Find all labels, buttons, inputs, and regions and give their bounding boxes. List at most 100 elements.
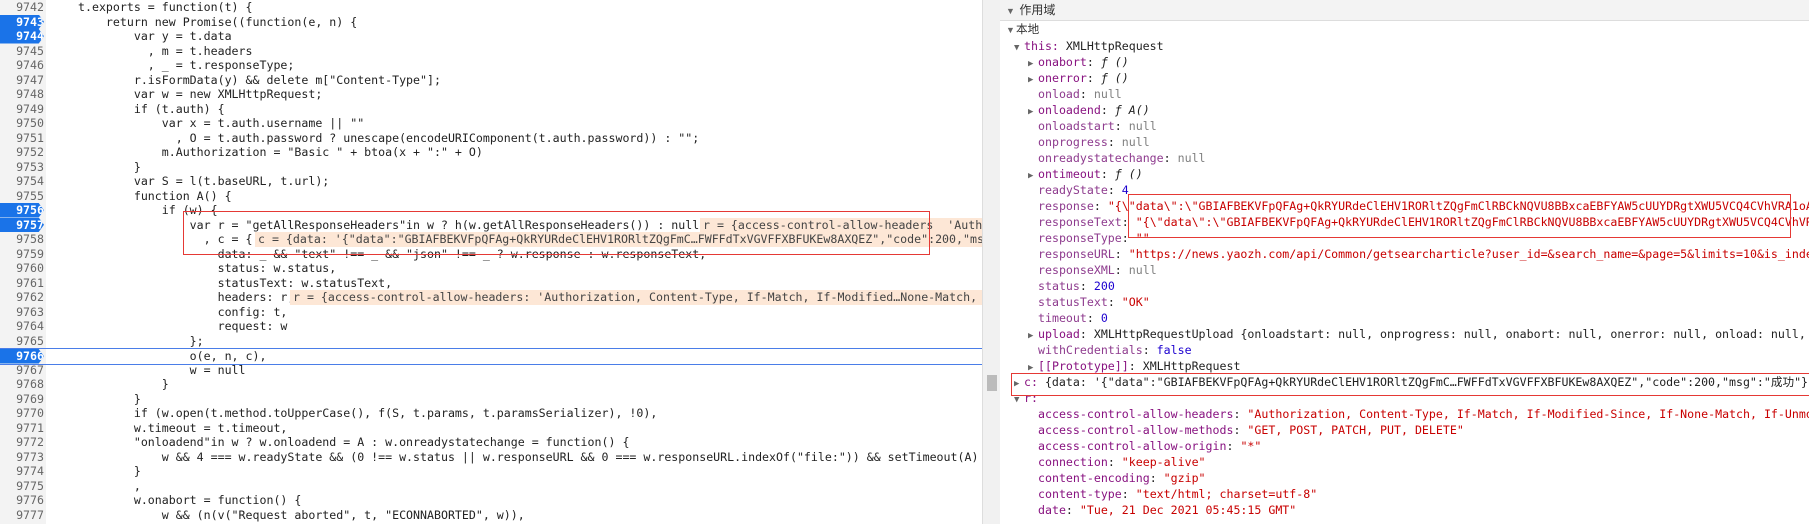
code-line[interactable]: 9762 headers: r, r = {access-control-allo…: [0, 290, 982, 305]
line-number[interactable]: 9771: [0, 421, 44, 436]
breakpoint-line-number[interactable]: 9743: [0, 14, 44, 29]
line-number[interactable]: 9764: [0, 319, 44, 334]
collapse-arrow-icon[interactable]: ▼: [1006, 1, 1016, 21]
line-number[interactable]: 9752: [0, 145, 44, 160]
breakpoint-line-number[interactable]: 9744: [0, 29, 44, 44]
response-header-row[interactable]: access-control-allow-headers: "Authoriza…: [1028, 406, 1809, 422]
scope-header[interactable]: ▼ 作用域: [1000, 0, 1809, 21]
scope-property-row[interactable]: onload: null: [1028, 86, 1122, 102]
line-number[interactable]: 9776: [0, 493, 44, 508]
line-number[interactable]: 9742: [0, 0, 44, 15]
line-number[interactable]: 9775: [0, 479, 44, 494]
line-number[interactable]: 9769: [0, 392, 44, 407]
code-line[interactable]: 9771 w.timeout = t.timeout,: [0, 421, 982, 436]
scope-property-row[interactable]: statusText: "OK": [1028, 294, 1150, 310]
line-number[interactable]: 9767: [0, 363, 44, 378]
line-number[interactable]: 9761: [0, 276, 44, 291]
code-line[interactable]: 9757 var r = "getAllResponseHeaders"in w…: [0, 217, 982, 232]
scope-property-row[interactable]: ▶ ontimeout: ƒ (): [1028, 166, 1143, 182]
line-number[interactable]: 9748: [0, 87, 44, 102]
code-line[interactable]: 9772 "onloadend"in w ? w.onloadend = A :…: [0, 435, 982, 450]
response-header-row[interactable]: date: "Tue, 21 Dec 2021 05:45:15 GMT": [1028, 502, 1296, 518]
code-line[interactable]: 9759 data: _ && "text" !== _ && "json" !…: [0, 247, 982, 262]
code-editor[interactable]: 9742 t.exports = function(t) {9743 return…: [0, 0, 982, 524]
code-line[interactable]: 9775 ,: [0, 479, 982, 494]
line-number[interactable]: 9750: [0, 116, 44, 131]
line-number[interactable]: 9763: [0, 305, 44, 320]
line-number[interactable]: 9772: [0, 435, 44, 450]
response-header-row[interactable]: connection: "keep-alive": [1028, 454, 1206, 470]
breakpoint-line-number[interactable]: 9756: [0, 203, 44, 218]
code-line[interactable]: 9755 function A() {: [0, 189, 982, 204]
code-line[interactable]: 9747 r.isFormData(y) && delete m["Conten…: [0, 73, 982, 88]
code-line[interactable]: 9742 t.exports = function(t) {: [0, 0, 982, 15]
collapse-arrow-icon[interactable]: ▼: [1006, 22, 1016, 38]
line-number[interactable]: 9758: [0, 232, 44, 247]
code-line[interactable]: 9765 };: [0, 334, 982, 349]
code-line[interactable]: 9770 if (w.open(t.method.toUpperCase(), …: [0, 406, 982, 421]
line-number[interactable]: 9755: [0, 189, 44, 204]
line-number[interactable]: 9760: [0, 261, 44, 276]
line-number[interactable]: 9759: [0, 247, 44, 262]
code-line[interactable]: 9756 if (w) {: [0, 203, 982, 218]
scope-property-row[interactable]: responseType: "": [1028, 230, 1150, 246]
breakpoint-line-number[interactable]: 9766: [0, 349, 44, 364]
code-line[interactable]: 9744 var y = t.data: [0, 29, 982, 44]
response-header-row[interactable]: access-control-allow-origin: "*": [1028, 438, 1261, 454]
line-number[interactable]: 9753: [0, 160, 44, 175]
code-line[interactable]: 9750 var x = t.auth.username || "": [0, 116, 982, 131]
line-number[interactable]: 9762: [0, 290, 44, 305]
code-line[interactable]: 9753 }: [0, 160, 982, 175]
code-line[interactable]: 9748 var w = new XMLHttpRequest;: [0, 87, 982, 102]
line-number[interactable]: 9765: [0, 334, 44, 349]
code-line[interactable]: 9769 }: [0, 392, 982, 407]
code-line[interactable]: 9752 m.Authorization = "Basic " + btoa(x…: [0, 145, 982, 160]
scope-property-row[interactable]: readyState: 4: [1028, 182, 1129, 198]
collapse-arrow-icon[interactable]: ▼: [1014, 40, 1024, 56]
code-line[interactable]: 9768 }: [0, 377, 982, 392]
scope-property-row[interactable]: onloadstart: null: [1028, 118, 1157, 134]
code-line[interactable]: 9773 w && 4 === w.readyState && (0 !== w…: [0, 450, 982, 465]
line-number[interactable]: 9773: [0, 450, 44, 465]
line-number[interactable]: 9770: [0, 406, 44, 421]
scope-property-row[interactable]: withCredentials: false: [1028, 342, 1192, 358]
scope-property-row[interactable]: onreadystatechange: null: [1028, 150, 1206, 166]
scope-property-row[interactable]: ▶ onloadend: ƒ A(): [1028, 102, 1150, 118]
scope-property-row[interactable]: ▶ onerror: ƒ (): [1028, 70, 1129, 86]
scrollbar-thumb[interactable]: [987, 375, 997, 391]
response-header-row[interactable]: content-encoding: "gzip": [1028, 470, 1206, 486]
code-line[interactable]: 9751 , O = t.auth.password ? unescape(en…: [0, 131, 982, 146]
code-line[interactable]: 9754 var S = l(t.baseURL, t.url);: [0, 174, 982, 189]
code-line[interactable]: 9774 }: [0, 464, 982, 479]
c-variable-row[interactable]: ▶ c: {data: '{"data":"GBIAFBEKVFpQFAg+QkR…: [1014, 374, 1809, 390]
code-line[interactable]: 9776 w.onabort = function() {: [0, 493, 982, 508]
pane-splitter[interactable]: [982, 0, 1002, 524]
scope-property-row[interactable]: responseXML: null: [1028, 262, 1157, 278]
code-line[interactable]: 9777 w && (n(v("Request aborted", t, "EC…: [0, 508, 982, 523]
line-number[interactable]: 9747: [0, 73, 44, 88]
scope-property-row[interactable]: ▶ upload: XMLHttpRequestUpload {onloadsta…: [1028, 326, 1809, 342]
code-line[interactable]: 9745 , m = t.headers: [0, 44, 982, 59]
line-number[interactable]: 9774: [0, 464, 44, 479]
code-line[interactable]: 9760 status: w.status,: [0, 261, 982, 276]
line-number[interactable]: 9777: [0, 508, 44, 523]
scope-property-row[interactable]: timeout: 0: [1028, 310, 1108, 326]
code-line[interactable]: 9743 return new Promise((function(e, n) …: [0, 14, 982, 29]
scope-property-row[interactable]: ▶ onabort: ƒ (): [1028, 54, 1129, 70]
response-header-row[interactable]: access-control-allow-methods: "GET, POST…: [1028, 422, 1464, 438]
code-line[interactable]: 9764 request: w: [0, 319, 982, 334]
scope-property-row[interactable]: ▶ [[Prototype]]: XMLHttpRequest: [1028, 358, 1240, 374]
line-number[interactable]: 9745: [0, 44, 44, 59]
r-variable-row[interactable]: ▼ r:: [1014, 390, 1038, 406]
line-number[interactable]: 9768: [0, 377, 44, 392]
collapse-arrow-icon[interactable]: ▼: [1014, 392, 1024, 408]
line-number[interactable]: 9754: [0, 174, 44, 189]
local-scope-row[interactable]: ▼本地: [1006, 22, 1039, 38]
line-number[interactable]: 9749: [0, 102, 44, 117]
scope-property-row[interactable]: responseText: "{\"data\":\"GBIAFBEKVFpQF…: [1028, 214, 1809, 230]
scope-property-row[interactable]: responseURL: "https://news.yaozh.com/api…: [1028, 246, 1809, 262]
scope-property-row[interactable]: onprogress: null: [1028, 134, 1150, 150]
scope-property-row[interactable]: status: 200: [1028, 278, 1115, 294]
this-row[interactable]: ▼ this: XMLHttpRequest: [1014, 38, 1164, 54]
code-line[interactable]: 9746 , _ = t.responseType;: [0, 58, 982, 73]
